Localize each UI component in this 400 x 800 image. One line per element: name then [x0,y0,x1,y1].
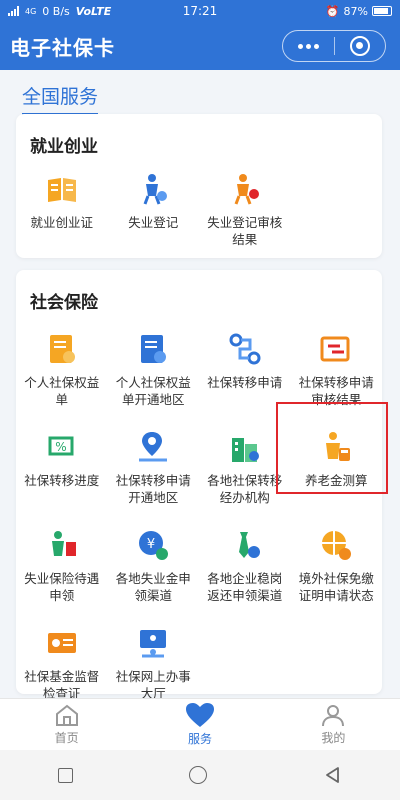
service-unemployment-channel[interactable]: ¥ 各地失业金申领渠道 [108,516,200,614]
service-transfer-result[interactable]: 社保转移申请审核结果 [291,320,383,418]
service-job-stability[interactable]: 各地企业稳岗返还申领渠道 [199,516,291,614]
home-button[interactable] [189,766,208,784]
service-agency-building[interactable]: 各地社保转移经办机构 [199,418,291,516]
employment-certificate-icon [47,178,76,202]
dot-icon [313,43,319,49]
tab-home[interactable]: 首页 [0,699,133,750]
service-employment-certificate[interactable]: 就业创业证 [16,164,108,262]
job-stability-icon [238,532,260,558]
transfer-route-icon [229,333,261,365]
rights-region-icon [141,335,167,363]
service-label: 各地社保转移经办机构 [207,473,283,505]
service-transfer-progress[interactable]: % 社保转移进度 [16,418,108,516]
social-insurance-card: 社会保险 个人社保权益单 个人社保权益单开通地区 社保转移申请 社保转移申请审核… [16,270,383,701]
dot-icon [297,43,303,49]
service-unemployment-benefit[interactable]: 失业保险待遇申领 [16,516,108,614]
heart-icon [185,703,214,727]
service-label: 失业登记 [128,215,179,230]
home-icon [55,704,78,726]
service-label: 各地企业稳岗返还申领渠道 [207,571,283,603]
tab-label: 我的 [321,731,346,745]
page-title: 电子社保卡 [10,35,115,60]
service-transfer-apply[interactable]: 社保转移申请 [199,320,291,418]
service-label: 社保基金监督检查证 [24,669,100,701]
overseas-exemption-icon [322,531,352,560]
transfer-progress-icon: % [48,436,74,456]
service-label: 个人社保权益单 [24,375,100,407]
online-hall-icon [140,630,167,658]
service-label: 养老金测算 [304,473,368,488]
pension-calc-icon [326,432,351,461]
registration-review-icon [234,174,259,205]
tab-services[interactable]: 服务 [133,699,266,750]
app-header: 电子社保卡 [0,22,400,70]
clock: 17:21 [182,4,218,18]
service-label: 就业创业证 [30,215,93,230]
transfer-result-icon [320,336,350,362]
tab-label: 服务 [187,732,212,746]
service-unemployment-registration[interactable]: 失业登记 [108,164,200,262]
service-label: 个人社保权益单开通地区 [115,375,191,407]
service-label: 失业保险待遇申领 [24,571,100,603]
service-label: 社保网上办事大厅 [115,669,191,701]
service-label: 境外社保免缴证明申请状态 [298,571,374,603]
unemployment-channel-icon: ¥ [139,531,169,560]
employment-card-title: 就业创业 [30,137,98,157]
service-label: 社保转移申请审核结果 [298,375,374,407]
tab-profile[interactable]: 我的 [267,699,400,750]
fund-supervision-icon [47,633,76,653]
service-label: 各地失业金申领渠道 [115,571,191,603]
service-transfer-region[interactable]: 社保转移申请开通地区 [108,418,200,516]
tab-bar: 首页 服务 我的 [0,698,400,750]
recent-apps-button[interactable] [58,767,74,783]
service-pension-calc[interactable]: 养老金测算 [291,418,383,516]
unemployment-registration-icon [143,174,168,205]
profile-icon [322,705,345,727]
svg-text:%: % [55,440,66,454]
service-rights-region[interactable]: 个人社保权益单开通地区 [108,320,200,418]
service-label: 失业登记审核结果 [207,215,283,247]
unemployment-benefit-icon [51,531,76,556]
close-button[interactable] [335,36,386,56]
service-label: 社保转移申请开通地区 [115,473,191,505]
rights-record-icon [49,335,75,363]
service-rights-record[interactable]: 个人社保权益单 [16,320,108,418]
section-title: 全国服务 [22,82,99,115]
employment-card: 就业创业 就业创业证 失业登记 失业登记审核结果 [16,114,382,258]
close-target-icon [349,36,370,56]
system-nav-bar [0,750,400,800]
service-label: 社保转移申请 [207,375,283,390]
tab-label: 首页 [54,731,79,745]
svg-text:¥: ¥ [147,537,155,552]
miniprogram-capsule [282,30,386,62]
dot-icon [305,43,311,49]
service-overseas-exemption[interactable]: 境外社保免缴证明申请状态 [291,516,383,614]
service-registration-review[interactable]: 失业登记审核结果 [199,164,291,262]
agency-building-icon [231,438,259,462]
battery-icon [372,6,392,16]
more-options-button[interactable] [283,43,334,49]
status-bar: 4G 0 B/s VoLTE 17:21 ⏰ 87% [0,0,400,22]
social-insurance-card-title: 社会保险 [30,293,98,313]
service-label: 社保转移进度 [24,473,100,488]
back-button[interactable] [324,766,342,784]
transfer-region-icon [139,432,168,462]
